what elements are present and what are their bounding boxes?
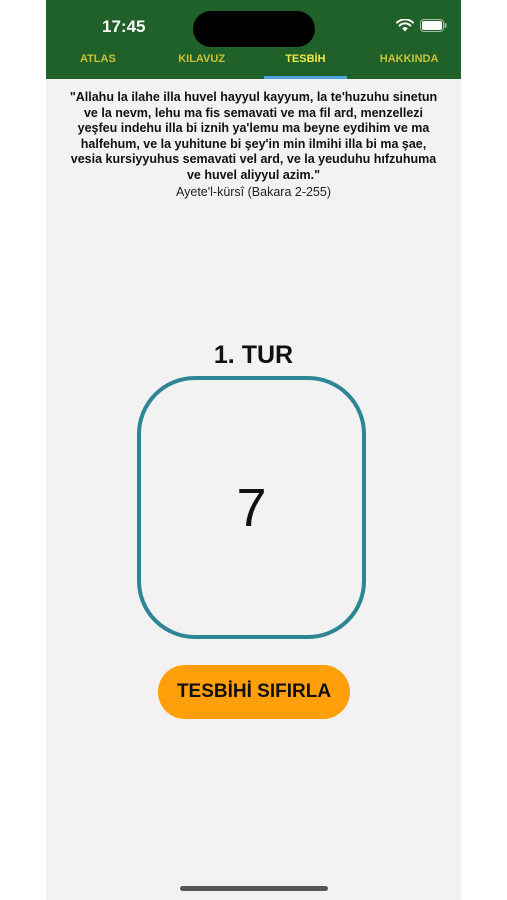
- verse-reference: Ayete'l-kürsî (Bakara 2-255): [176, 185, 331, 199]
- tab-bar: ATLAS KILAVUZ TESBİH HAKKINDA: [46, 48, 461, 79]
- tab-atlas[interactable]: ATLAS: [46, 48, 150, 79]
- counter-button[interactable]: 7: [137, 376, 366, 639]
- status-time: 17:45: [102, 17, 146, 36]
- status-icons: [396, 19, 447, 32]
- tab-tesbih[interactable]: TESBİH: [254, 48, 358, 79]
- round-label: 1. TUR: [213, 341, 294, 369]
- app-screen: 17:45 ATLAS KILAVUZ TESBİH HAKKINDA "All…: [46, 0, 461, 900]
- reset-button[interactable]: TESBİHİ SIFIRLA: [158, 665, 350, 719]
- home-indicator[interactable]: [180, 886, 328, 891]
- verse-text: "Allahu la ilahe illa huvel hayyul kayyu…: [69, 90, 438, 182]
- tab-kilavuz[interactable]: KILAVUZ: [150, 48, 254, 79]
- counter-value: 7: [236, 477, 267, 538]
- dynamic-island: [193, 11, 315, 47]
- wifi-icon: [396, 19, 414, 32]
- battery-icon: [420, 19, 447, 32]
- app-header: 17:45 ATLAS KILAVUZ TESBİH HAKKINDA: [46, 0, 461, 79]
- tab-hakkinda[interactable]: HAKKINDA: [357, 48, 461, 79]
